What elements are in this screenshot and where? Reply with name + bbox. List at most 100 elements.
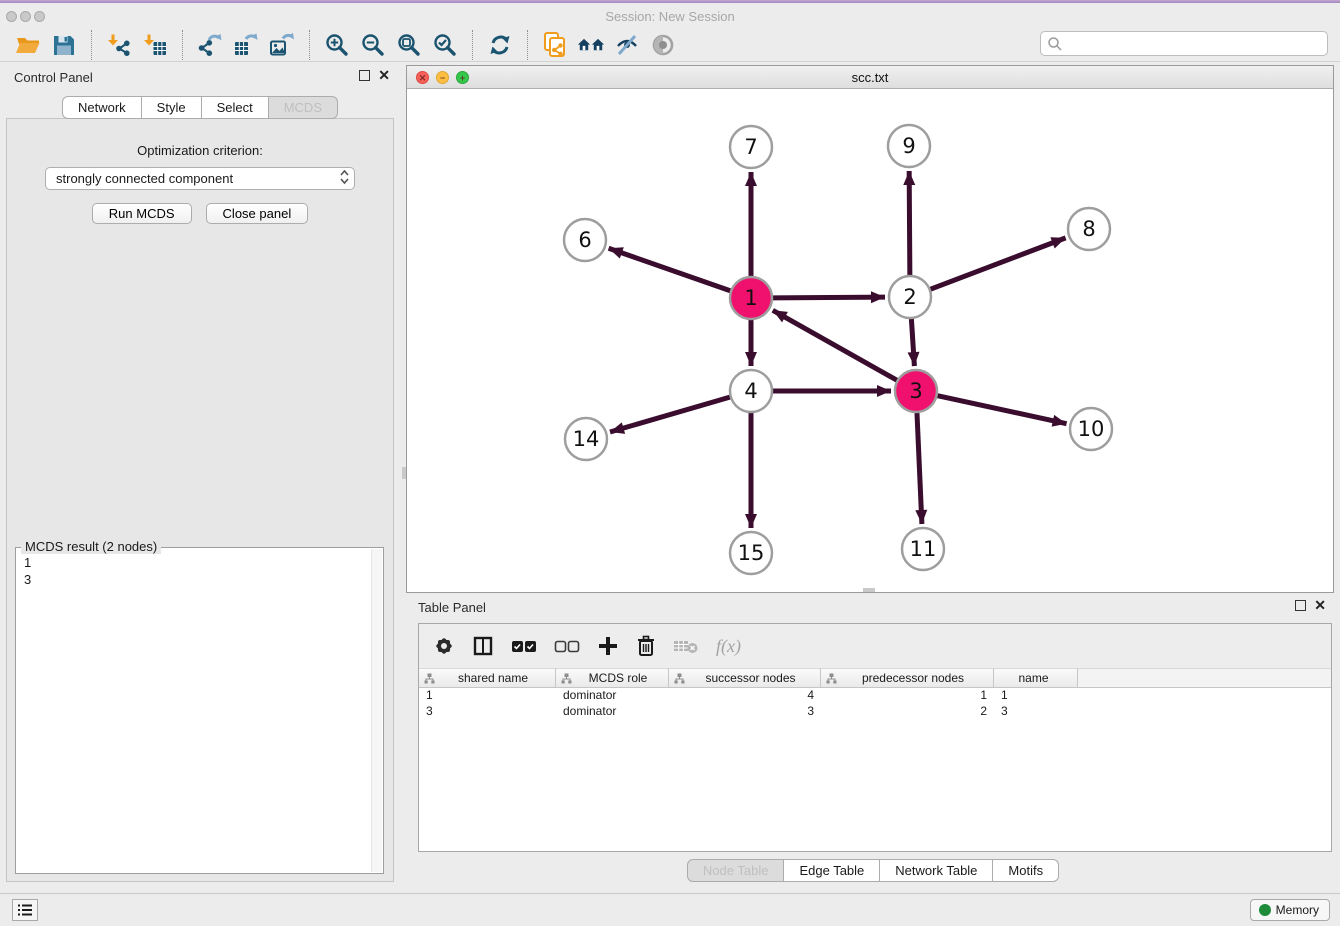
export-network-icon[interactable]: [196, 31, 224, 59]
cell-successor-nodes[interactable]: 4: [669, 688, 821, 704]
graph-node-label-4: 4: [744, 379, 757, 403]
tab-edge-table[interactable]: Edge Table: [784, 859, 880, 882]
table-tabs: Node Table Edge Table Network Table Moti…: [406, 859, 1340, 882]
column-type-icon: [561, 673, 572, 684]
titlebar: Session: New Session: [0, 3, 1340, 28]
table-row[interactable]: 1dominator411: [419, 688, 1331, 704]
zoom-selected-icon[interactable]: [431, 31, 459, 59]
deselect-all-columns-icon[interactable]: [554, 638, 580, 654]
cell-shared-name[interactable]: 3: [419, 704, 556, 720]
control-panel-tabs: Network Style Select MCDS: [0, 96, 400, 119]
delete-column-icon[interactable]: [636, 635, 656, 657]
zoom-fit-icon[interactable]: [395, 31, 423, 59]
network-graph[interactable]: 7968124314101511: [407, 89, 1333, 592]
table-settings-icon[interactable]: [433, 635, 455, 657]
float-panel-icon[interactable]: [359, 70, 370, 81]
graph-edge-2-3[interactable]: [911, 319, 914, 366]
export-image-icon[interactable]: [268, 31, 296, 59]
graph-edge-1-6[interactable]: [609, 248, 731, 290]
search-input[interactable]: [1063, 36, 1321, 51]
column-header-predecessor-nodes[interactable]: predecessor nodes: [821, 668, 994, 688]
mcds-result-title: MCDS result (2 nodes): [21, 539, 161, 554]
graph-edge-2-8[interactable]: [931, 238, 1066, 289]
network-canvas[interactable]: 7968124314101511: [407, 89, 1333, 592]
column-type-icon: [674, 673, 685, 684]
cell-name[interactable]: 3: [994, 704, 1078, 720]
toolbar-separator: [91, 30, 92, 60]
mcds-panel: Optimization criterion: strongly connect…: [6, 118, 394, 882]
function-builder-icon: f(x): [716, 636, 741, 657]
column-type-icon: [826, 673, 837, 684]
table-row[interactable]: 3dominator323: [419, 704, 1331, 720]
status-bar: Memory: [0, 893, 1340, 926]
network-window-titlebar[interactable]: ✕ − + scc.txt: [407, 66, 1333, 89]
search-icon: [1047, 36, 1063, 52]
task-history-button[interactable]: [12, 899, 38, 921]
open-session-icon[interactable]: [14, 31, 42, 59]
import-network-icon[interactable]: [105, 31, 133, 59]
graph-node-label-11: 11: [910, 537, 937, 561]
tab-network-table[interactable]: Network Table: [880, 859, 993, 882]
cell-predecessor-nodes[interactable]: 1: [821, 688, 994, 704]
cell-MCDS-role[interactable]: dominator: [556, 704, 669, 720]
node-table-container: f(x) shared nameMCDS rolesuccessor nodes…: [418, 623, 1332, 852]
column-header-successor-nodes[interactable]: successor nodes: [669, 668, 821, 688]
tab-mcds[interactable]: MCDS: [269, 96, 338, 119]
result-scrollbar[interactable]: [371, 549, 382, 872]
table-toolbar: f(x): [419, 624, 1331, 668]
graph-edge-2-9[interactable]: [909, 171, 910, 275]
zoom-out-icon[interactable]: [359, 31, 387, 59]
cell-shared-name[interactable]: 1: [419, 688, 556, 704]
graph-node-label-8: 8: [1082, 217, 1095, 241]
add-column-icon[interactable]: [597, 635, 619, 657]
cell-successor-nodes[interactable]: 3: [669, 704, 821, 720]
save-session-icon[interactable]: [50, 31, 78, 59]
graph-edge-3-1[interactable]: [773, 310, 897, 380]
run-mcds-button[interactable]: Run MCDS: [92, 203, 192, 224]
float-table-panel-icon[interactable]: [1295, 600, 1306, 611]
table-panel-title: Table Panel: [418, 600, 486, 615]
memory-status-icon: [1259, 904, 1271, 916]
splitter-handle[interactable]: [402, 467, 406, 479]
toolbar-separator: [309, 30, 310, 60]
mcds-result-text[interactable]: 1 3: [16, 548, 383, 594]
column-header-name[interactable]: name: [994, 668, 1078, 688]
close-table-panel-icon[interactable]: ✕: [1314, 600, 1326, 611]
toolbar-separator: [472, 30, 473, 60]
column-header-MCDS-role[interactable]: MCDS role: [556, 668, 669, 688]
graph-edge-3-11[interactable]: [917, 413, 922, 524]
zoom-in-icon[interactable]: [323, 31, 351, 59]
tab-style[interactable]: Style: [142, 96, 202, 119]
tab-select[interactable]: Select: [202, 96, 269, 119]
close-panel-button[interactable]: Close panel: [206, 203, 309, 224]
close-panel-icon[interactable]: ✕: [378, 70, 390, 81]
column-header-shared-name[interactable]: shared name: [419, 668, 556, 688]
refresh-view-icon[interactable]: [486, 31, 514, 59]
search-box[interactable]: [1040, 31, 1328, 56]
select-all-columns-icon[interactable]: [511, 638, 537, 654]
hide-selected-icon[interactable]: [613, 31, 641, 59]
graph-edge-1-2[interactable]: [773, 297, 885, 298]
first-neighbors-icon[interactable]: [577, 31, 605, 59]
network-from-selection-icon[interactable]: [541, 31, 569, 59]
cell-MCDS-role[interactable]: dominator: [556, 688, 669, 704]
graph-node-label-1: 1: [744, 286, 757, 310]
import-table-icon[interactable]: [141, 31, 169, 59]
control-panel-title: Control Panel: [14, 70, 93, 85]
show-columns-icon[interactable]: [472, 635, 494, 657]
tab-node-table[interactable]: Node Table: [687, 859, 785, 882]
graph-edge-4-14[interactable]: [610, 397, 730, 432]
memory-button[interactable]: Memory: [1250, 899, 1330, 921]
export-table-icon[interactable]: [232, 31, 260, 59]
graph-node-label-7: 7: [744, 135, 757, 159]
criterion-dropdown[interactable]: strongly connected component: [45, 167, 355, 190]
cell-predecessor-nodes[interactable]: 2: [821, 704, 994, 720]
graph-edge-3-10[interactable]: [937, 396, 1066, 424]
column-header-filler: [1078, 668, 1331, 688]
cell-name[interactable]: 1: [994, 688, 1078, 704]
tab-motifs[interactable]: Motifs: [993, 859, 1059, 882]
show-all-icon[interactable]: [649, 31, 677, 59]
splitter-handle[interactable]: [863, 588, 875, 592]
tab-network[interactable]: Network: [62, 96, 142, 119]
table-panel: Table Panel ✕: [406, 595, 1340, 890]
